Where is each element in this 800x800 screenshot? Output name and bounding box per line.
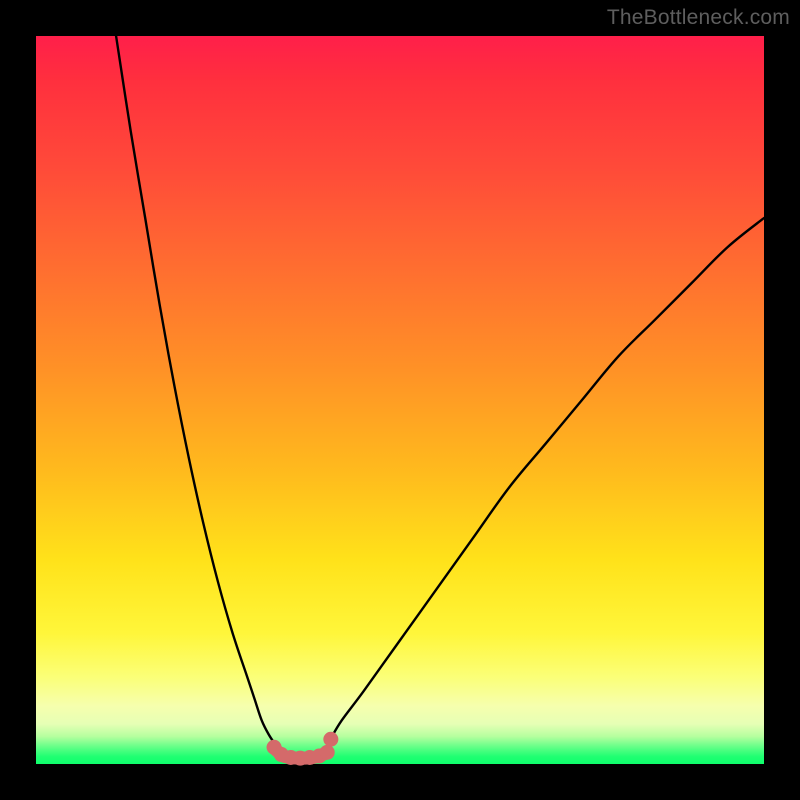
watermark-text: TheBottleneck.com: [607, 6, 790, 30]
chart-frame: TheBottleneck.com: [0, 0, 800, 800]
chart-svg: [36, 36, 764, 764]
chart-plot-area: [36, 36, 764, 764]
left-curve-path: [116, 36, 276, 746]
trough-marker-dot: [323, 732, 338, 747]
right-curve-path: [331, 218, 764, 739]
trough-markers-group: [267, 732, 339, 766]
trough-marker-dot: [320, 745, 335, 760]
